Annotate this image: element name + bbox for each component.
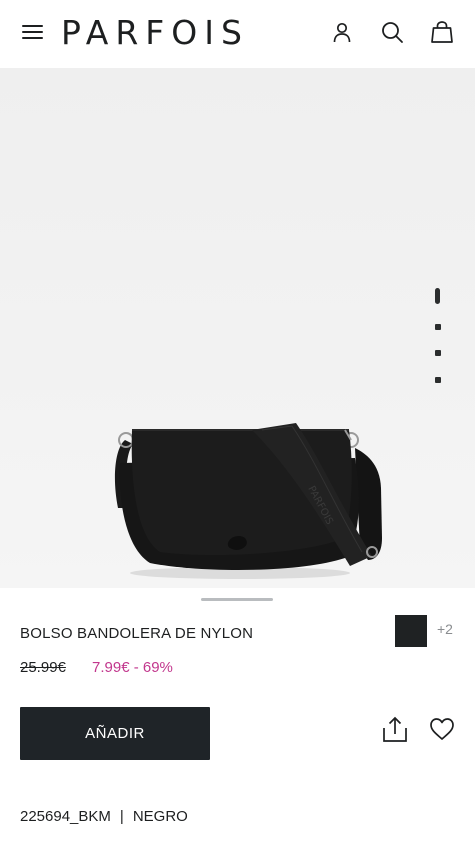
site-header: PARFOIS xyxy=(0,0,475,68)
product-image-gallery[interactable]: PARFOIS xyxy=(0,68,475,588)
pagination-dot[interactable] xyxy=(435,350,441,356)
share-icon[interactable] xyxy=(382,716,408,744)
sale-price: 7.99€ - 69% xyxy=(92,659,173,676)
color-swatch-black[interactable] xyxy=(395,615,427,647)
sheet-drag-handle[interactable] xyxy=(201,598,273,601)
heart-icon[interactable] xyxy=(429,717,455,741)
more-colors-count[interactable]: +2 xyxy=(437,621,453,637)
original-price: 25.99€ xyxy=(20,659,66,676)
user-icon[interactable] xyxy=(330,20,354,44)
product-color-name: NEGRO xyxy=(132,808,188,825)
product-reference: 225694_BKM | NEGRO xyxy=(20,808,188,825)
shopping-bag-icon[interactable] xyxy=(430,20,454,44)
add-to-cart-button[interactable]: AÑADIR xyxy=(20,707,210,760)
pagination-dot-active[interactable] xyxy=(435,288,440,304)
pagination-dot[interactable] xyxy=(435,377,441,383)
hamburger-menu-icon[interactable] xyxy=(22,22,44,42)
brand-logo[interactable]: PARFOIS xyxy=(61,13,249,53)
pagination-dot[interactable] xyxy=(435,324,441,330)
product-code: 225694_BKM xyxy=(20,808,111,825)
product-title: BOLSO BANDOLERA DE NYLON xyxy=(20,625,254,642)
reference-separator: | xyxy=(119,808,124,825)
search-icon[interactable] xyxy=(380,20,404,44)
product-image: PARFOIS xyxy=(114,423,382,579)
